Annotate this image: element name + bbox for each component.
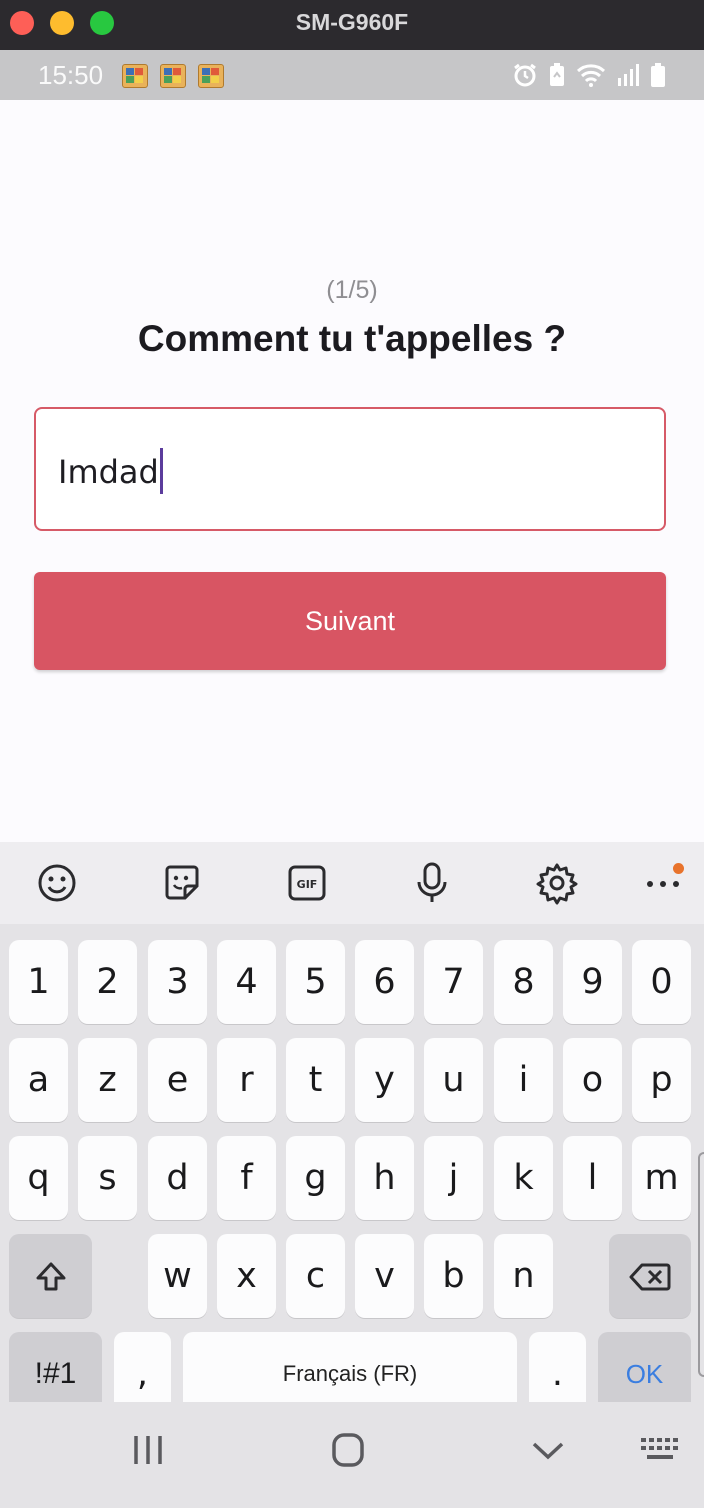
- battery-saver-icon: [550, 63, 564, 86]
- key[interactable]: u: [424, 1038, 483, 1122]
- system-status-icons: [512, 62, 666, 88]
- key[interactable]: l: [563, 1136, 622, 1220]
- name-input[interactable]: Imdad: [34, 407, 666, 531]
- key[interactable]: n: [494, 1234, 553, 1318]
- puzzle-notification-icon: [160, 64, 186, 88]
- page-title: Comment tu t'appelles ?: [137, 318, 567, 359]
- step-indicator: (1/5): [326, 276, 378, 304]
- status-bar: 15:50: [0, 50, 704, 100]
- key[interactable]: t: [286, 1038, 345, 1122]
- puzzle-notification-icon: [198, 64, 224, 88]
- key[interactable]: y: [355, 1038, 414, 1122]
- key[interactable]: v: [355, 1234, 414, 1318]
- navigation-bar: [0, 1402, 704, 1508]
- alarm-icon: [514, 63, 536, 87]
- on-screen-keyboard: GIF 1 2 3 4 5 6 7 8 9 0 a z e r t y u i …: [0, 842, 704, 1508]
- scroll-handle[interactable]: [698, 1152, 704, 1377]
- key[interactable]: j: [424, 1136, 483, 1220]
- onboarding-screen: (1/5) Comment tu t'appelles ? Imdad Suiv…: [0, 100, 704, 842]
- key[interactable]: 3: [148, 940, 207, 1024]
- key[interactable]: 9: [563, 940, 622, 1024]
- key[interactable]: s: [78, 1136, 137, 1220]
- key[interactable]: 2: [78, 940, 137, 1024]
- gif-icon[interactable]: GIF: [284, 860, 330, 906]
- keyboard-switch-icon[interactable]: [638, 1428, 682, 1472]
- key[interactable]: c: [286, 1234, 345, 1318]
- key[interactable]: k: [494, 1136, 553, 1220]
- shift-key[interactable]: [9, 1234, 92, 1318]
- key[interactable]: h: [355, 1136, 414, 1220]
- key[interactable]: 8: [494, 940, 553, 1024]
- key[interactable]: o: [563, 1038, 622, 1122]
- window-titlebar: SM-G960F: [0, 0, 704, 50]
- backspace-icon: [629, 1263, 671, 1291]
- emoji-icon[interactable]: [34, 860, 80, 906]
- key[interactable]: 6: [355, 940, 414, 1024]
- key[interactable]: i: [494, 1038, 553, 1122]
- home-icon[interactable]: [328, 1428, 368, 1472]
- key[interactable]: r: [217, 1038, 276, 1122]
- microphone-icon[interactable]: [409, 860, 455, 906]
- status-clock: 15:50: [38, 60, 104, 90]
- battery-icon: [651, 63, 665, 87]
- key[interactable]: 4: [217, 940, 276, 1024]
- notification-dot: [673, 863, 684, 874]
- key[interactable]: q: [9, 1136, 68, 1220]
- key[interactable]: 1: [9, 940, 68, 1024]
- key[interactable]: d: [148, 1136, 207, 1220]
- back-icon[interactable]: [528, 1428, 568, 1472]
- key[interactable]: f: [217, 1136, 276, 1220]
- key[interactable]: 7: [424, 940, 483, 1024]
- wifi-icon: [576, 64, 606, 87]
- key[interactable]: g: [286, 1136, 345, 1220]
- recent-apps-icon[interactable]: [128, 1428, 168, 1472]
- keyboard-keys: 1 2 3 4 5 6 7 8 9 0 a z e r t y u i o p …: [0, 924, 704, 1416]
- key[interactable]: 5: [286, 940, 345, 1024]
- key[interactable]: x: [217, 1234, 276, 1318]
- key[interactable]: m: [632, 1136, 691, 1220]
- puzzle-notification-icon: [122, 64, 148, 88]
- keyboard-toolbar: GIF: [0, 842, 704, 924]
- settings-icon[interactable]: [534, 860, 580, 906]
- next-button[interactable]: Suivant: [34, 572, 666, 670]
- key[interactable]: 0: [632, 940, 691, 1024]
- name-input-value: Imdad: [58, 453, 159, 491]
- backspace-key[interactable]: [609, 1234, 691, 1318]
- key[interactable]: w: [148, 1234, 207, 1318]
- key[interactable]: z: [78, 1038, 137, 1122]
- shift-icon: [36, 1262, 65, 1291]
- key[interactable]: a: [9, 1038, 68, 1122]
- key[interactable]: b: [424, 1234, 483, 1318]
- svg-text:GIF: GIF: [297, 878, 318, 891]
- window-title: SM-G960F: [295, 9, 409, 35]
- key[interactable]: p: [632, 1038, 691, 1122]
- text-cursor: [159, 448, 163, 494]
- signal-icon: [618, 64, 639, 86]
- sticker-icon[interactable]: [159, 860, 205, 906]
- key[interactable]: e: [148, 1038, 207, 1122]
